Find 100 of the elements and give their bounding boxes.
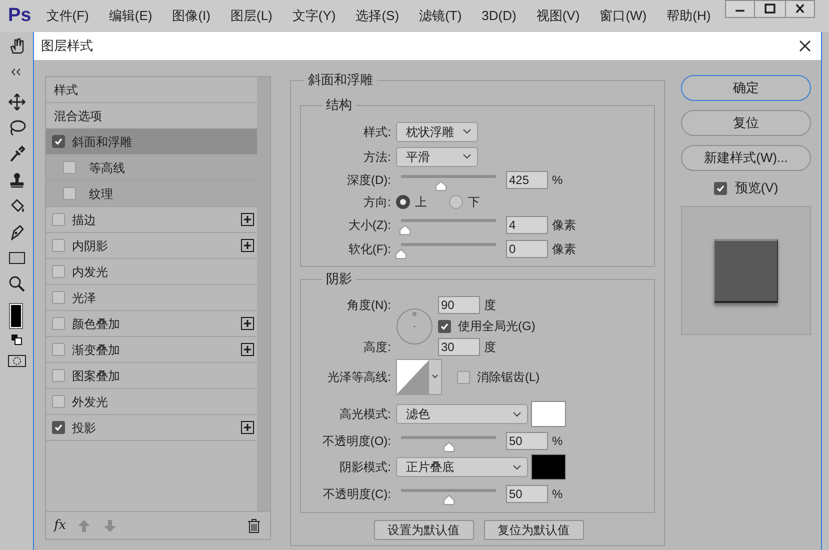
checkbox[interactable] [52,421,65,434]
menu-item[interactable]: 3D(D) [482,6,516,26]
slider-thumb[interactable] [442,495,454,505]
field-label: 方向: [362,194,391,211]
field-label: 深度(D): [346,172,391,189]
add-icon[interactable] [241,213,254,226]
checkbox[interactable] [52,395,65,408]
dropdown[interactable]: 平滑 [396,146,478,166]
scrollbar-track[interactable] [257,77,270,512]
menu-item[interactable]: 文件(F) [46,6,89,26]
add-icon[interactable] [241,317,254,330]
slider-thumb[interactable] [434,181,447,191]
menu-item[interactable]: 滤镜(T) [419,6,462,26]
quick-mask-icon[interactable] [8,355,26,367]
dialog-button[interactable]: 新建样式(W)... [681,145,811,171]
checkbox[interactable] [52,239,65,252]
checkbox[interactable] [457,370,470,384]
menu-item[interactable]: 文字(Y) [292,6,336,26]
menu-item[interactable]: 帮助(H) [666,6,711,26]
checkmark-icon [54,137,63,146]
checkbox[interactable] [63,161,76,174]
input-field[interactable]: 0 [506,240,548,258]
trash-icon[interactable] [248,518,260,533]
slider-thumb[interactable] [398,225,411,235]
menu-item[interactable]: 选择(S) [356,6,400,26]
swap-colors-icon[interactable] [11,334,22,345]
field-label: 角度(N): [347,297,391,314]
checkbox[interactable] [63,187,76,200]
checkbox[interactable] [52,135,65,148]
checkbox-label: 使用全局光(G) [458,318,536,335]
close-icon[interactable] [799,40,811,52]
foreground-color-swatch[interactable] [10,304,22,328]
checkbox[interactable] [52,343,65,356]
hand-icon[interactable] [8,37,26,55]
menu-item[interactable]: 图层(L) [230,6,272,26]
app-logo: Ps [8,4,32,28]
group-title: 结构 [325,97,353,113]
default-button[interactable]: 复位为默认值 [484,520,584,540]
input-field[interactable]: 90 [438,296,480,314]
contour-picker[interactable] [396,359,442,395]
radio-button[interactable] [449,195,463,209]
slider-thumb[interactable] [442,442,454,452]
dialog-title: 图层样式 [41,37,93,56]
checkbox[interactable] [52,213,65,226]
menu-item[interactable]: 视图(V) [536,6,580,26]
maximize-icon[interactable] [755,0,785,18]
slider-thumb[interactable] [395,249,407,259]
lasso-icon[interactable] [8,119,26,137]
add-icon[interactable] [241,421,254,434]
style-list-item[interactable]: 斜面和浮雕 [46,129,257,155]
dialog-button[interactable]: 确定 [681,75,811,101]
checkbox[interactable] [438,320,451,332]
checkbox[interactable] [52,317,65,330]
menu-item[interactable]: 编辑(E) [108,6,152,26]
field-label: 样式: [362,124,391,140]
checkbox[interactable] [52,291,65,304]
collapse-icon[interactable] [10,68,22,76]
default-button[interactable]: 设置为默认值 [374,520,474,540]
field-label: 光泽等高线: [326,369,391,386]
fx-menu-button[interactable]: fx [54,516,66,536]
move-icon[interactable] [8,93,26,111]
checkbox[interactable] [714,182,727,194]
color-swatch[interactable] [531,401,566,427]
close-icon[interactable] [785,0,815,18]
stamp-icon[interactable] [8,171,26,189]
checkbox[interactable] [52,369,65,382]
checkmark-icon [716,184,725,192]
eyedropper-icon[interactable] [8,145,26,163]
input-field[interactable]: 425 [506,171,548,189]
style-list-item[interactable]: 纹理 [46,181,257,207]
input-field[interactable]: 4 [506,216,548,234]
group-title: 斜面和浮雕 [307,72,374,88]
field-label: 高光模式: [338,406,391,423]
dropdown[interactable]: 滤色 [396,404,528,424]
field-label: 软化(F): [347,241,391,258]
menu-item[interactable]: 图像(I) [172,6,210,26]
minimize-icon[interactable] [725,0,755,18]
dropdown[interactable]: 正片叠底 [396,457,528,477]
unit-label: % [552,486,563,503]
zoom-icon[interactable] [8,275,26,293]
input-field[interactable]: 30 [438,338,480,356]
radio-button[interactable] [396,195,410,209]
style-list-item[interactable]: 等高线 [46,155,257,181]
dialog-button[interactable]: 复位 [681,110,811,136]
field-label: 阴影模式: [338,459,391,476]
chevron-icon [513,412,521,416]
menu-item[interactable]: 窗口(W) [600,6,647,26]
input-field[interactable]: 50 [506,485,548,503]
color-swatch[interactable] [531,454,566,480]
unit-label: % [552,433,563,450]
checkbox[interactable] [52,265,65,278]
group-title: 阴影 [325,271,353,287]
add-icon[interactable] [241,343,254,356]
add-icon[interactable] [241,239,254,252]
input-field[interactable]: 50 [506,432,548,450]
dropdown[interactable]: 枕状浮雕 [396,122,478,142]
checkbox-label: 预览(V) [734,179,778,198]
field-label: 不透明度(C): [322,486,391,503]
rectangle-icon[interactable] [8,249,26,267]
unit-label: 度 [484,297,496,314]
